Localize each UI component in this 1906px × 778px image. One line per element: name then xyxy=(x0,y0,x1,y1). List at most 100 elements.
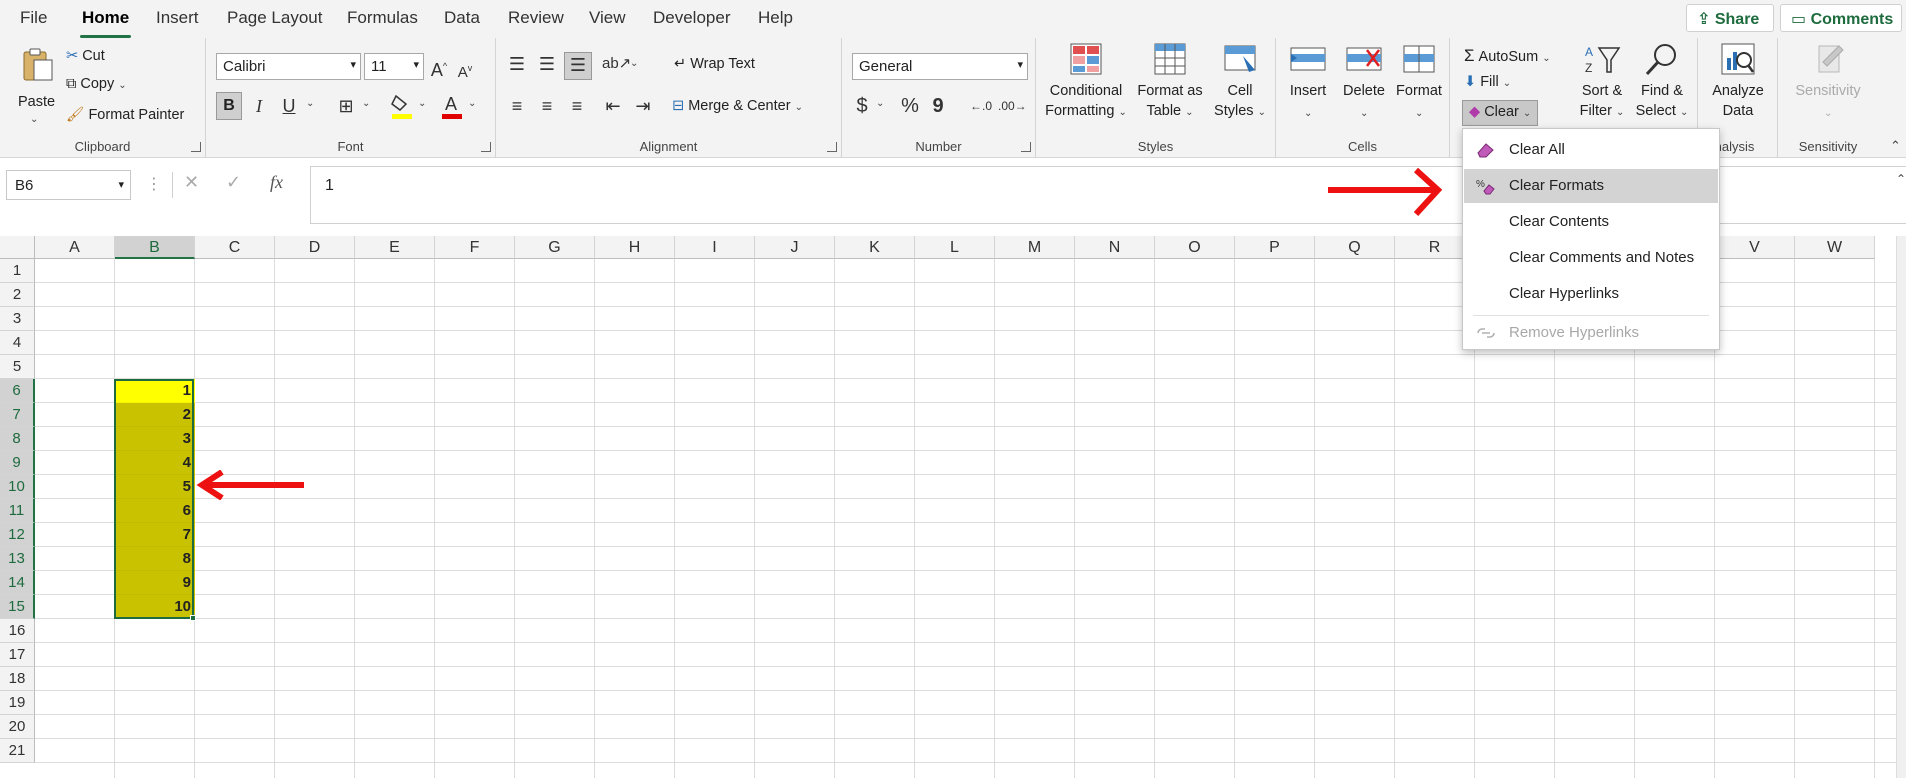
chevron-down-icon[interactable]: ⌄ xyxy=(306,98,314,109)
tab-review[interactable]: Review xyxy=(508,8,564,28)
cell-b9[interactable]: 4 xyxy=(115,451,195,475)
cell-b6[interactable]: 1 xyxy=(115,379,195,403)
dialog-launcher-icon[interactable] xyxy=(827,142,837,152)
format-as-table-button[interactable]: Format as Table ⌄ xyxy=(1132,42,1208,132)
align-right-icon[interactable]: ≡ xyxy=(564,94,590,118)
borders-icon[interactable]: ⊞ xyxy=(334,94,358,118)
menu-item-clear-contents[interactable]: Clear Contents xyxy=(1464,205,1718,239)
tab-formulas[interactable]: Formulas xyxy=(347,8,418,28)
collapse-formula-icon[interactable]: ⌃ xyxy=(1896,172,1906,186)
row-header-14[interactable]: 14 xyxy=(0,571,35,595)
menu-item-clear-formats[interactable]: % Clear Formats xyxy=(1464,169,1718,203)
number-format-select[interactable]: General ▾ xyxy=(852,53,1028,80)
row-header-3[interactable]: 3 xyxy=(0,307,35,331)
column-header-l[interactable]: L xyxy=(915,236,995,259)
row-header-16[interactable]: 16 xyxy=(0,619,35,643)
share-button[interactable]: ⇪ Share xyxy=(1686,4,1774,32)
column-header-m[interactable]: M xyxy=(995,236,1075,259)
cell-b15[interactable]: 10 xyxy=(115,595,195,619)
tab-developer[interactable]: Developer xyxy=(653,8,731,28)
column-header-d[interactable]: D xyxy=(275,236,355,259)
menu-item-clear-all[interactable]: Clear All xyxy=(1464,133,1718,167)
find-select-button[interactable]: Find & Select ⌄ xyxy=(1632,42,1692,132)
row-header-19[interactable]: 19 xyxy=(0,691,35,715)
column-header-q[interactable]: Q xyxy=(1315,236,1395,259)
italic-button[interactable]: I xyxy=(246,94,272,118)
vertical-scrollbar[interactable] xyxy=(1896,236,1906,778)
dialog-launcher-icon[interactable] xyxy=(481,142,491,152)
row-header-13[interactable]: 13 xyxy=(0,547,35,571)
chevron-down-icon[interactable]: ⌄ xyxy=(630,58,638,69)
cell-styles-button[interactable]: Cell Styles ⌄ xyxy=(1210,42,1270,132)
row-header-7[interactable]: 7 xyxy=(0,403,35,427)
column-header-j[interactable]: J xyxy=(755,236,835,259)
select-all-corner[interactable] xyxy=(0,236,35,259)
cell-b12[interactable]: 7 xyxy=(115,523,195,547)
font-size-select[interactable]: 11 ▾ xyxy=(364,53,424,80)
decrease-indent-icon[interactable]: ⇤ xyxy=(600,94,626,118)
column-header-o[interactable]: O xyxy=(1155,236,1235,259)
column-header-h[interactable]: H xyxy=(595,236,675,259)
increase-decimal-icon[interactable]: ←.0 xyxy=(968,94,994,118)
row-header-8[interactable]: 8 xyxy=(0,427,35,451)
delete-cells-button[interactable]: Delete ⌄ xyxy=(1336,42,1392,132)
row-header-20[interactable]: 20 xyxy=(0,715,35,739)
fill-color-button[interactable] xyxy=(390,92,414,122)
bold-button[interactable]: B xyxy=(216,92,242,120)
cell-b10[interactable]: 5 xyxy=(115,475,195,499)
merge-center-button[interactable]: ⊟ Merge & Center ⌄ xyxy=(672,98,803,114)
tab-home[interactable]: Home xyxy=(79,8,132,38)
menu-item-clear-hyperlinks[interactable]: Clear Hyperlinks xyxy=(1464,277,1718,311)
clear-button[interactable]: ◆ Clear ⌄ xyxy=(1462,100,1539,126)
row-header-15[interactable]: 15 xyxy=(0,595,35,619)
align-top-icon[interactable]: ☰ xyxy=(504,52,530,76)
chevron-down-icon[interactable]: ⌄ xyxy=(418,98,426,109)
autosum-button[interactable]: Σ AutoSum ⌄ xyxy=(1464,46,1551,66)
cell-b7[interactable]: 2 xyxy=(115,403,195,427)
copy-button[interactable]: ⧉ Copy ⌄ xyxy=(66,76,127,92)
row-header-10[interactable]: 10 xyxy=(0,475,35,499)
cell-b8[interactable]: 3 xyxy=(115,427,195,451)
fill-button[interactable]: ⬇ Fill ⌄ xyxy=(1464,74,1511,90)
chevron-down-icon[interactable]: ⌄ xyxy=(362,98,370,109)
comments-button[interactable]: ▭ Comments xyxy=(1780,4,1902,32)
column-header-g[interactable]: G xyxy=(515,236,595,259)
underline-button[interactable]: U xyxy=(276,94,302,118)
orientation-icon[interactable]: ab↗ xyxy=(602,52,631,76)
font-family-select[interactable]: Calibri ▾ xyxy=(216,53,361,80)
column-header-b[interactable]: B xyxy=(115,236,195,259)
column-header-a[interactable]: A xyxy=(35,236,115,259)
format-cells-button[interactable]: Format ⌄ xyxy=(1390,42,1448,132)
cut-button[interactable]: ✂ Cut xyxy=(66,48,105,64)
column-header-p[interactable]: P xyxy=(1235,236,1315,259)
tab-insert[interactable]: Insert xyxy=(156,8,199,28)
format-painter-button[interactable]: 🖌 Format Painter xyxy=(66,106,184,123)
row-header-5[interactable]: 5 xyxy=(0,355,35,379)
dialog-launcher-icon[interactable] xyxy=(1021,142,1031,152)
dialog-launcher-icon[interactable] xyxy=(191,142,201,152)
row-header-2[interactable]: 2 xyxy=(0,283,35,307)
tab-page-layout[interactable]: Page Layout xyxy=(227,8,322,28)
decrease-decimal-icon[interactable]: .00→ xyxy=(998,94,1027,118)
row-header-12[interactable]: 12 xyxy=(0,523,35,547)
column-header-e[interactable]: E xyxy=(355,236,435,259)
row-header-11[interactable]: 11 xyxy=(0,499,35,523)
row-header-4[interactable]: 4 xyxy=(0,331,35,355)
row-header-21[interactable]: 21 xyxy=(0,739,35,763)
paste-button[interactable]: Paste ⌄ xyxy=(16,44,56,144)
insert-cells-button[interactable]: Insert ⌄ xyxy=(1280,42,1336,132)
cell-b11[interactable]: 6 xyxy=(115,499,195,523)
fill-handle[interactable] xyxy=(190,615,196,621)
wrap-text-button[interactable]: ↵ Wrap Text xyxy=(674,56,755,72)
sort-filter-button[interactable]: AZ Sort & Filter ⌄ xyxy=(1574,42,1630,132)
enter-icon[interactable]: ✓ xyxy=(226,172,241,193)
tab-view[interactable]: View xyxy=(589,8,626,28)
tab-help[interactable]: Help xyxy=(758,8,793,28)
row-header-1[interactable]: 1 xyxy=(0,259,35,283)
column-header-k[interactable]: K xyxy=(835,236,915,259)
comma-button[interactable]: 9 xyxy=(928,94,948,118)
analyze-data-button[interactable]: Analyze Data xyxy=(1708,42,1768,132)
increase-font-icon[interactable]: A^ xyxy=(428,54,450,82)
align-bottom-icon[interactable]: ☰ xyxy=(564,52,592,80)
collapse-ribbon-icon[interactable]: ⌃ xyxy=(1890,138,1901,154)
